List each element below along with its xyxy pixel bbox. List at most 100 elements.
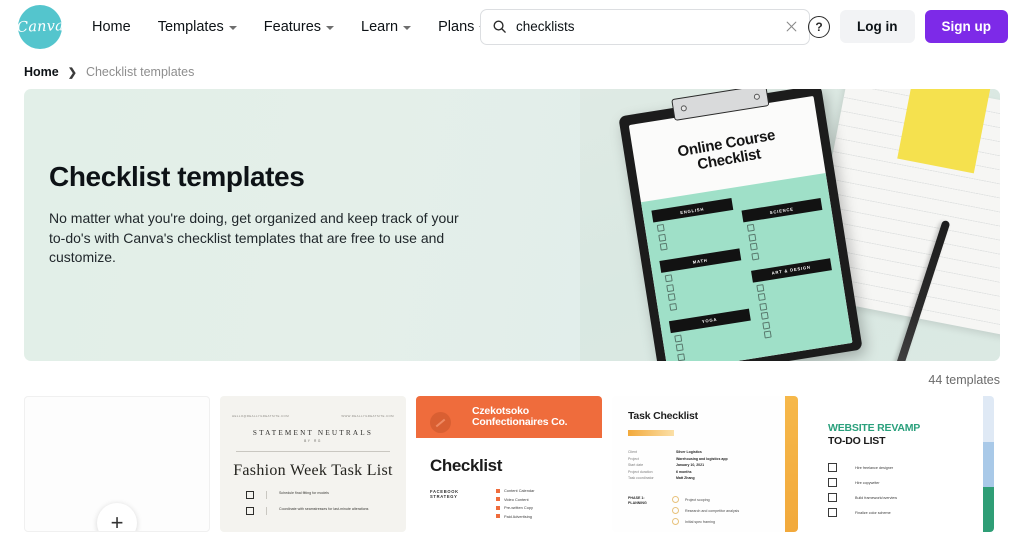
clipboard-column-right: SCIENCE ART & DESIGN bbox=[739, 184, 844, 357]
task-field-list: Client Silver Logistics Project Warehous… bbox=[628, 450, 798, 480]
divider bbox=[266, 491, 267, 499]
field-value: 6 months bbox=[676, 469, 692, 474]
nav-item-templates[interactable]: Templates bbox=[146, 11, 249, 43]
table-row: Project duration 6 months bbox=[628, 470, 798, 474]
search-bar[interactable] bbox=[480, 8, 810, 45]
nav-item-templates-label: Templates bbox=[157, 18, 224, 35]
checkbox bbox=[758, 302, 767, 311]
checkbox bbox=[664, 274, 673, 283]
template-card-website-revamp-todo[interactable]: WEBSITE REVAMP TO-DO LIST Hire freelance… bbox=[808, 396, 994, 532]
list-item-label: Content Calendar bbox=[504, 488, 535, 493]
bullet-icon bbox=[496, 505, 500, 510]
clipboard-sheet: Online Course Checklist ENGLISH MATH YOG… bbox=[628, 95, 853, 361]
task-phase-section: PHASE 1: PLANNING Project scoping Resear… bbox=[628, 496, 798, 526]
chevron-down-icon bbox=[326, 25, 335, 30]
checkbox bbox=[659, 242, 668, 251]
accent-bar bbox=[628, 430, 674, 436]
list-item-label: Finalize color scheme bbox=[855, 510, 891, 515]
clipboard-graphic: Online Course Checklist ENGLISH MATH YOG… bbox=[618, 89, 863, 361]
list-item: Schedule final fitting for models bbox=[246, 491, 394, 499]
website-title-line-2: TO-DO LIST bbox=[828, 435, 886, 447]
czekotsoko-section-label: FACEBOOK STRATEGY bbox=[430, 489, 459, 499]
fashion-email: HELLO@REALLYGREATSITE.COM bbox=[232, 414, 289, 418]
bullet-icon bbox=[496, 497, 500, 501]
search-input[interactable] bbox=[516, 19, 776, 34]
nav-item-home-label: Home bbox=[92, 18, 131, 35]
nav-item-plans-label: Plans bbox=[438, 18, 475, 35]
circle-checkbox-icon bbox=[672, 496, 679, 504]
checkbox bbox=[746, 223, 755, 232]
hero-copy: Checklist templates No matter what you'r… bbox=[49, 161, 474, 268]
template-card-task-checklist[interactable]: Task Checklist Client Silver Logistics P… bbox=[612, 396, 798, 532]
template-grid: + HELLO@REALLYGREATSITE.COM WWW.REALLYGR… bbox=[0, 396, 1024, 532]
list-item-label: Initial spec framing bbox=[685, 519, 715, 524]
divider bbox=[236, 451, 390, 452]
fashion-item-list: Schedule final fitting for models Coordi… bbox=[232, 491, 394, 515]
page-title: Checklist templates bbox=[49, 161, 305, 192]
list-item-label: Project scoping bbox=[685, 497, 710, 502]
help-icon[interactable]: ? bbox=[808, 15, 830, 38]
main-nav: Home Templates Features Learn Plans bbox=[80, 11, 499, 43]
clipboard-section: SCIENCE bbox=[741, 198, 828, 261]
nav-item-learn[interactable]: Learn bbox=[349, 11, 423, 43]
plus-icon[interactable]: + bbox=[97, 503, 137, 531]
field-value: Silver Logistics bbox=[676, 450, 702, 454]
list-item: Pre-written Copy bbox=[496, 505, 535, 510]
create-blank-card[interactable]: + bbox=[24, 396, 210, 532]
checkbox bbox=[749, 242, 758, 251]
breadcrumb-home[interactable]: Home bbox=[24, 65, 59, 79]
header-actions: ? Log in Sign up bbox=[808, 10, 1008, 43]
clipboard-section: YOGA bbox=[668, 308, 755, 361]
clipboard-section: ENGLISH bbox=[651, 198, 737, 251]
list-item-label: Research and competitor analysis bbox=[685, 508, 740, 513]
breadcrumb: Home ❯ Checklist templates bbox=[0, 53, 1024, 89]
canva-logo[interactable]: Canva bbox=[16, 4, 64, 49]
accent-segment-bottom bbox=[983, 487, 994, 532]
czekotsoko-strategy-row: FACEBOOK STRATEGY Content Calendar Video… bbox=[416, 476, 602, 519]
checkbox bbox=[757, 293, 766, 302]
table-row: Start date January 10, 2021 bbox=[628, 463, 798, 467]
fashion-brand: STATEMENT NEUTRALS bbox=[252, 429, 374, 437]
checkbox-icon bbox=[828, 463, 837, 472]
accent-segment-middle bbox=[983, 442, 994, 488]
nav-item-learn-label: Learn bbox=[361, 18, 399, 35]
checkbox-icon bbox=[246, 507, 254, 515]
field-value: Warehousing and logistics app bbox=[676, 456, 728, 461]
circle-checkbox-icon bbox=[672, 518, 679, 526]
list-item: Coordinate with seamstresses for last-mi… bbox=[246, 507, 394, 515]
template-card-fashion-week-task-list[interactable]: HELLO@REALLYGREATSITE.COM WWW.REALLYGREA… bbox=[220, 396, 406, 532]
bullet-icon bbox=[496, 514, 500, 518]
checkbox bbox=[677, 352, 686, 361]
chevron-down-icon bbox=[228, 25, 237, 30]
nav-item-features[interactable]: Features bbox=[252, 11, 346, 43]
login-button[interactable]: Log in bbox=[840, 10, 915, 43]
template-card-czekotsoko-checklist[interactable]: Czekotsoko Confectionaires Co. Checklist… bbox=[416, 396, 602, 532]
nav-item-home[interactable]: Home bbox=[80, 11, 143, 43]
checkbox bbox=[674, 334, 683, 343]
list-item: Research and competitor analysis bbox=[672, 507, 740, 515]
checkbox-icon bbox=[828, 508, 837, 517]
list-item-label: Pre-written Copy bbox=[504, 505, 533, 510]
list-item: Project scoping bbox=[672, 496, 739, 504]
clear-search-icon[interactable] bbox=[785, 20, 798, 33]
list-item-label: Video Content bbox=[504, 496, 529, 502]
czekotsoko-title: Checklist bbox=[430, 456, 502, 475]
field-value: Matt Zhang bbox=[676, 476, 695, 481]
field-key: Project duration bbox=[628, 469, 653, 474]
checkbox bbox=[656, 223, 665, 232]
czekotsoko-header-band: Czekotsoko Confectionaires Co. bbox=[416, 396, 602, 438]
list-item-label: Schedule final fitting for models bbox=[279, 491, 329, 495]
phase-item-list: Project scoping Research and competitor … bbox=[672, 496, 740, 526]
signup-button[interactable]: Sign up bbox=[924, 10, 1008, 43]
clamp-hole-left bbox=[679, 104, 687, 112]
fashion-website: WWW.REALLYGREATSITE.COM bbox=[341, 414, 394, 418]
clipboard-section: MATH bbox=[659, 248, 746, 311]
search-icon bbox=[492, 19, 507, 34]
table-row: Project Warehousing and logistics app bbox=[628, 457, 798, 461]
checkbox-icon bbox=[246, 491, 254, 499]
checkbox bbox=[667, 293, 676, 302]
list-item: Hire freelance designer bbox=[828, 463, 994, 472]
list-item-label: Coordinate with seamstresses for last-mi… bbox=[279, 507, 369, 511]
field-key: Project bbox=[628, 456, 639, 461]
nav-item-features-label: Features bbox=[263, 18, 322, 35]
